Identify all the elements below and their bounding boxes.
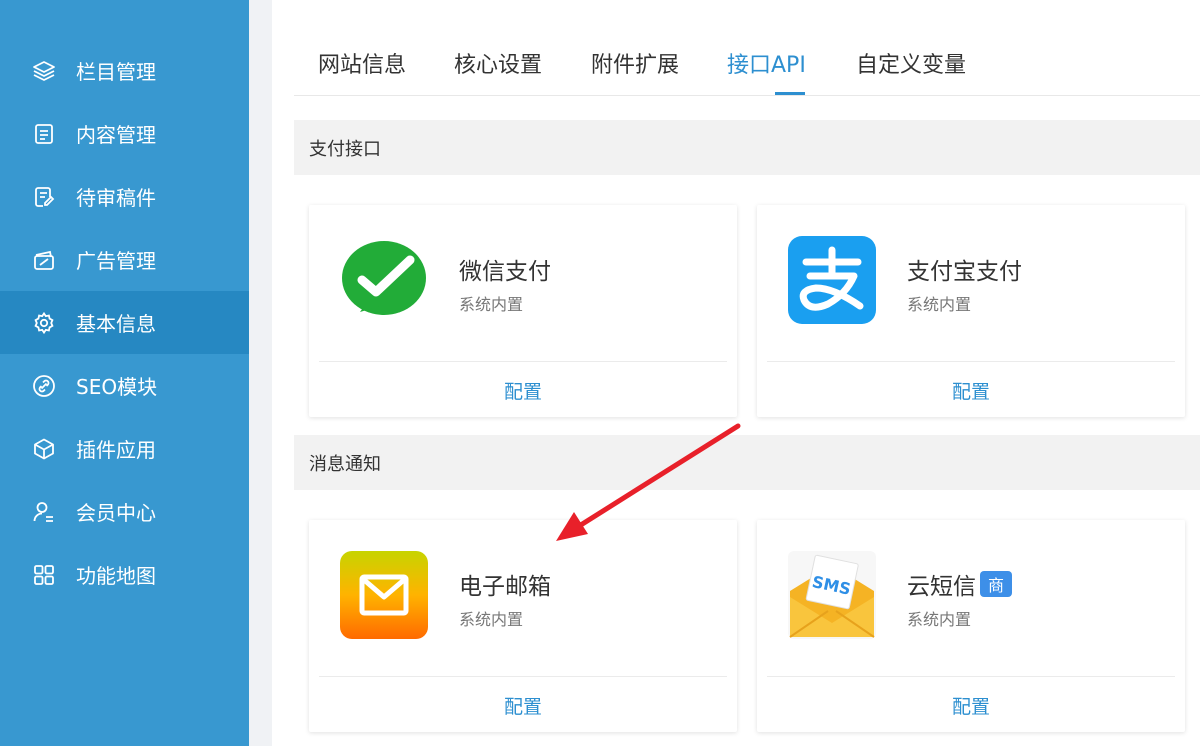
sidebar-item-feature-map[interactable]: 功能地图 [0, 543, 249, 606]
main-panel: 网站信息 核心设置 附件扩展 接口API 自定义变量 支付接口 微信支付 系统内… [272, 0, 1200, 746]
card-cloud-sms: SMS 云短信 商 系统内置 配置 [757, 520, 1185, 732]
divider [767, 361, 1175, 362]
sidebar-item-label: 内容管理 [76, 123, 156, 147]
card-email: 电子邮箱 系统内置 配置 [309, 520, 737, 732]
section-title-payment: 支付接口 [294, 120, 1200, 175]
card-title: 支付宝支付 [907, 259, 1022, 285]
active-tab-indicator [775, 92, 805, 95]
section-title-notification: 消息通知 [294, 435, 1200, 490]
sidebar-item-basic-info[interactable]: 基本信息 [0, 291, 249, 354]
card-title: 云短信 商 [907, 567, 1012, 601]
layers-icon [32, 59, 56, 83]
card-subtitle: 系统内置 [459, 610, 524, 629]
sidebar-item-label: 栏目管理 [76, 60, 156, 84]
sidebar: 栏目管理 内容管理 待审稿件 广告管理 基本信息 SEO模块 插件应用 会员中心… [0, 0, 249, 746]
sidebar-item-label: 插件应用 [76, 438, 156, 462]
alipay-icon [788, 236, 876, 324]
sidebar-item-label: 功能地图 [76, 564, 156, 588]
configure-button[interactable]: 配置 [757, 377, 1185, 404]
sidebar-item-plugins[interactable]: 插件应用 [0, 417, 249, 480]
card-wechat-pay: 微信支付 系统内置 配置 [309, 205, 737, 417]
configure-button[interactable]: 配置 [757, 692, 1185, 719]
tab-site-info[interactable]: 网站信息 [318, 47, 406, 79]
sidebar-item-pending-drafts[interactable]: 待审稿件 [0, 165, 249, 228]
card-subtitle: 系统内置 [907, 610, 972, 629]
sidebar-item-label: 广告管理 [76, 249, 156, 273]
card-title-text: 云短信 [907, 574, 976, 600]
sidebar-item-label: SEO模块 [76, 375, 158, 399]
tab-bar: 网站信息 核心设置 附件扩展 接口API 自定义变量 [294, 0, 1200, 96]
gear-icon [32, 311, 56, 335]
divider [767, 676, 1175, 677]
sidebar-item-member-center[interactable]: 会员中心 [0, 480, 249, 543]
card-title: 电子邮箱 [459, 574, 551, 600]
configure-button[interactable]: 配置 [309, 377, 737, 404]
document-icon [32, 122, 56, 146]
edit-document-icon [32, 185, 56, 209]
sidebar-item-label: 会员中心 [76, 501, 156, 525]
link-icon [32, 374, 56, 398]
grid-icon [32, 563, 56, 587]
commercial-badge: 商 [980, 571, 1012, 597]
card-subtitle: 系统内置 [459, 295, 524, 314]
tab-attachment-extension[interactable]: 附件扩展 [591, 47, 679, 79]
tab-custom-variables[interactable]: 自定义变量 [856, 47, 966, 79]
card-title: 微信支付 [459, 259, 551, 285]
card-alipay: 支付宝支付 系统内置 配置 [757, 205, 1185, 417]
wechat-pay-icon [340, 236, 428, 324]
user-icon [32, 500, 56, 524]
configure-button[interactable]: 配置 [309, 692, 737, 719]
ad-icon [32, 248, 56, 272]
sidebar-item-column-management[interactable]: 栏目管理 [0, 39, 249, 102]
divider [319, 361, 727, 362]
email-icon [340, 551, 428, 639]
sms-icon: SMS [788, 551, 876, 639]
card-subtitle: 系统内置 [907, 295, 972, 314]
tab-core-settings[interactable]: 核心设置 [454, 47, 542, 79]
sidebar-item-label: 待审稿件 [76, 186, 156, 210]
sidebar-item-ad-management[interactable]: 广告管理 [0, 228, 249, 291]
sidebar-item-seo[interactable]: SEO模块 [0, 354, 249, 417]
tab-api[interactable]: 接口API [727, 47, 806, 79]
sidebar-item-content-management[interactable]: 内容管理 [0, 102, 249, 165]
content-gutter [249, 0, 272, 746]
sidebar-item-label: 基本信息 [76, 312, 156, 336]
cube-icon [32, 437, 56, 461]
divider [319, 676, 727, 677]
